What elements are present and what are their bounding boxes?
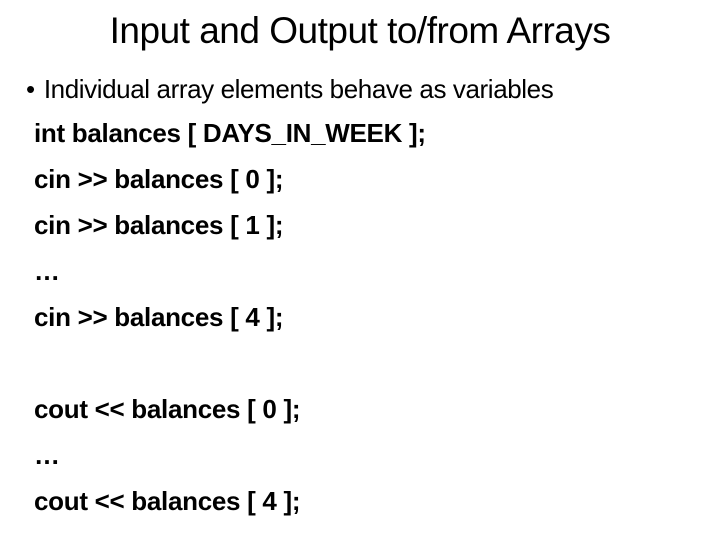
code-line-cout-4: cout << balances [ 4 ];: [34, 486, 301, 516]
code-line-cin-4: cin >> balances [ 4 ];: [34, 302, 284, 332]
bullet-item: • Individual array elements behave as va…: [26, 74, 554, 105]
slide-title: Input and Output to/from Arrays: [109, 10, 611, 51]
code-line-ellipsis-1: …: [34, 256, 60, 286]
code-line-declaration: int balances [ DAYS_IN_WEEK ];: [34, 118, 426, 148]
code-line-cin-0: cin >> balances [ 0 ];: [34, 164, 284, 194]
bullet-icon: •: [26, 74, 35, 104]
code-line-cout-0: cout << balances [ 0 ];: [34, 394, 301, 424]
code-line-ellipsis-2: …: [34, 440, 60, 470]
code-line-cin-1: cin >> balances [ 1 ];: [34, 210, 284, 240]
bullet-text: Individual array elements behave as vari…: [43, 74, 554, 104]
